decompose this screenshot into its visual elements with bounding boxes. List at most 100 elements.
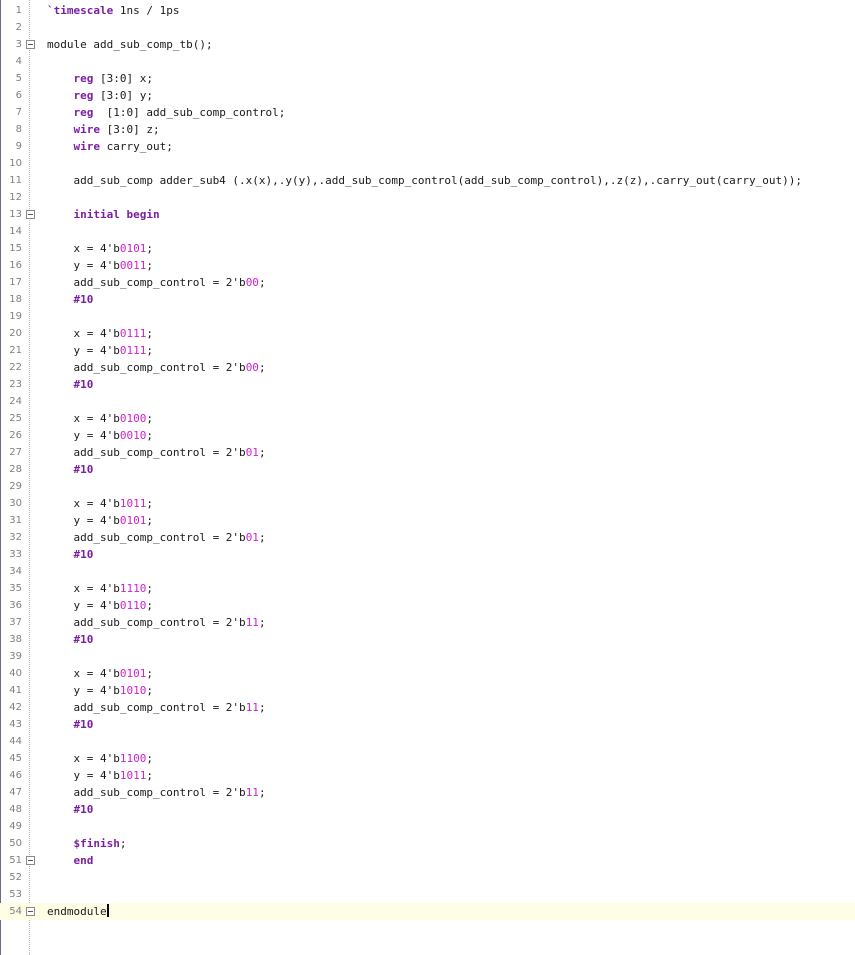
code-line[interactable]: 13 initial begin [0,206,855,223]
code-line[interactable]: 45 x = 4'b1100; [0,750,855,767]
code-line[interactable]: 15 x = 4'b0101; [0,240,855,257]
code-line[interactable]: 37 add_sub_comp_control = 2'b11; [0,614,855,631]
code-line[interactable]: 46 y = 4'b1011; [0,767,855,784]
code-editor[interactable]: 1 `timescale 1ns / 1ps 2 3 module add_sub_co… [0,0,855,955]
code-line[interactable]: 28 #10 [0,461,855,478]
code-text[interactable]: module add_sub_comp_tb(); [47,36,213,53]
code-text[interactable]: add_sub_comp adder_sub4 (.x(x),.y(y),.ad… [47,172,802,189]
code-line[interactable]: 35 x = 4'b1110; [0,580,855,597]
code-line[interactable]: 39 [0,648,855,665]
code-line[interactable]: 29 [0,478,855,495]
code-text[interactable]: x = 4'b1011; [47,495,153,512]
code-text[interactable]: #10 [47,461,94,478]
code-text[interactable]: #10 [47,801,94,818]
code-line[interactable]: 52 [0,869,855,886]
code-line[interactable]: 43 #10 [0,716,855,733]
code-text[interactable]: initial begin [47,206,160,223]
code-text[interactable]: add_sub_comp_control = 2'b00; [47,274,265,291]
code-line[interactable]: 41 y = 4'b1010; [0,682,855,699]
code-line[interactable]: 19 [0,308,855,325]
code-text[interactable]: add_sub_comp_control = 2'b00; [47,359,265,376]
code-line[interactable]: 5 reg [3:0] x; [0,70,855,87]
code-line[interactable]: 33 #10 [0,546,855,563]
code-line[interactable]: 36 y = 4'b0110; [0,597,855,614]
fold-collapse-icon[interactable] [26,40,35,49]
code-line[interactable]: 40 x = 4'b0101; [0,665,855,682]
code-line[interactable]: 14 [0,223,855,240]
code-text[interactable]: $finish; [47,835,127,852]
code-line[interactable]: 12 [0,189,855,206]
code-text[interactable]: add_sub_comp_control = 2'b11; [47,614,265,631]
code-text[interactable]: y = 4'b1010; [47,682,153,699]
code-text[interactable]: y = 4'b1011; [47,767,153,784]
fold-collapse-icon[interactable] [26,856,35,865]
code-line[interactable]: 18 #10 [0,291,855,308]
code-text[interactable]: add_sub_comp_control = 2'b11; [47,784,265,801]
code-line[interactable]: 8 wire [3:0] z; [0,121,855,138]
code-line[interactable]: 27 add_sub_comp_control = 2'b01; [0,444,855,461]
code-line[interactable]: 17 add_sub_comp_control = 2'b00; [0,274,855,291]
code-text[interactable]: reg [1:0] add_sub_comp_control; [47,104,286,121]
code-text[interactable]: `timescale 1ns / 1ps [47,2,179,19]
code-line[interactable]: 26 y = 4'b0010; [0,427,855,444]
code-line[interactable]: 9 wire carry_out; [0,138,855,155]
code-line[interactable]: 16 y = 4'b0011; [0,257,855,274]
code-line[interactable]: 10 [0,155,855,172]
code-line[interactable]: 7 reg [1:0] add_sub_comp_control; [0,104,855,121]
code-text[interactable]: y = 4'b0111; [47,342,153,359]
code-text[interactable]: #10 [47,716,94,733]
code-text[interactable]: x = 4'b0100; [47,410,153,427]
code-text[interactable]: reg [3:0] y; [47,87,153,104]
code-text[interactable]: #10 [47,546,94,563]
code-text[interactable]: #10 [47,631,94,648]
code-text[interactable]: x = 4'b0101; [47,665,153,682]
code-text[interactable]: y = 4'b0110; [47,597,153,614]
code-text[interactable]: y = 4'b0010; [47,427,153,444]
code-text[interactable]: wire carry_out; [47,138,173,155]
code-line[interactable]: 20 x = 4'b0111; [0,325,855,342]
code-text[interactable]: x = 4'b1100; [47,750,153,767]
fold-collapse-icon[interactable] [26,210,35,219]
code-line[interactable]: 31 y = 4'b0101; [0,512,855,529]
code-line[interactable]: 2 [0,19,855,36]
code-line[interactable]: 3 module add_sub_comp_tb(); [0,36,855,53]
code-line[interactable]: 6 reg [3:0] y; [0,87,855,104]
code-line[interactable]: 38 #10 [0,631,855,648]
code-text[interactable]: reg [3:0] x; [47,70,153,87]
code-line[interactable]: 49 [0,818,855,835]
code-line[interactable]: 23 #10 [0,376,855,393]
code-line[interactable]: 22 add_sub_comp_control = 2'b00; [0,359,855,376]
code-text[interactable]: #10 [47,376,94,393]
code-text[interactable]: wire [3:0] z; [47,121,160,138]
code-text[interactable]: endmodule [47,903,109,920]
code-text[interactable]: add_sub_comp_control = 2'b01; [47,444,265,461]
code-text[interactable]: y = 4'b0101; [47,512,153,529]
code-text[interactable]: add_sub_comp_control = 2'b01; [47,529,265,546]
code-line[interactable]: 1 `timescale 1ns / 1ps [0,2,855,19]
code-line[interactable]: 51 end [0,852,855,869]
code-text[interactable]: y = 4'b0011; [47,257,153,274]
code-line[interactable]: 32 add_sub_comp_control = 2'b01; [0,529,855,546]
code-line[interactable]: 4 [0,53,855,70]
code-line[interactable]: 25 x = 4'b0100; [0,410,855,427]
fold-collapse-icon[interactable] [26,907,35,916]
code-text[interactable]: #10 [47,291,94,308]
code-text[interactable]: x = 4'b1110; [47,580,153,597]
code-text[interactable]: x = 4'b0111; [47,325,153,342]
code-line[interactable]: 30 x = 4'b1011; [0,495,855,512]
code-text[interactable]: x = 4'b0101; [47,240,153,257]
code-lines[interactable]: 1 `timescale 1ns / 1ps 2 3 module add_sub_co… [0,2,855,920]
code-line[interactable]: 42 add_sub_comp_control = 2'b11; [0,699,855,716]
code-text[interactable]: add_sub_comp_control = 2'b11; [47,699,265,716]
code-line[interactable]: 34 [0,563,855,580]
code-line[interactable]: 53 [0,886,855,903]
code-line[interactable]: 54 endmodule [0,903,855,920]
code-line[interactable]: 48 #10 [0,801,855,818]
code-line[interactable]: 21 y = 4'b0111; [0,342,855,359]
code-text[interactable]: end [47,852,94,869]
code-line[interactable]: 11 add_sub_comp adder_sub4 (.x(x),.y(y),… [0,172,855,189]
code-line[interactable]: 44 [0,733,855,750]
code-line[interactable]: 50 $finish; [0,835,855,852]
code-line[interactable]: 47 add_sub_comp_control = 2'b11; [0,784,855,801]
code-line[interactable]: 24 [0,393,855,410]
